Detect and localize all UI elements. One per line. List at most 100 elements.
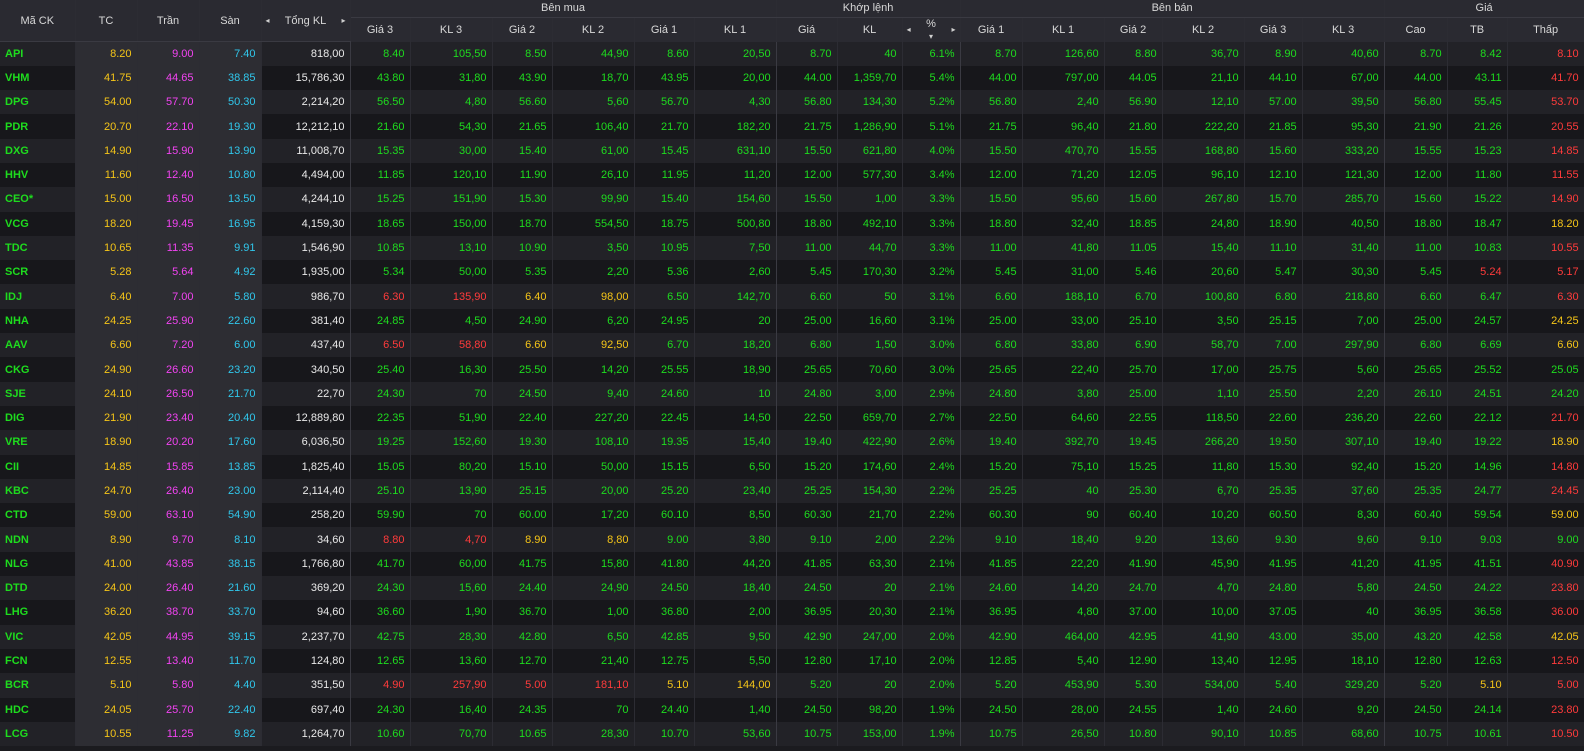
- header-ban-gia1[interactable]: Giá 1: [960, 17, 1023, 42]
- arrow-right-icon[interactable]: ▸: [952, 25, 956, 34]
- table-row[interactable]: DTD 24.00 26.40 21.60 369,20 24.30 15,60 24.40 2…: [0, 576, 1584, 601]
- table-row[interactable]: TDC 10.65 11.35 9.91 1,546,90 10.85 13,10 10.90…: [0, 235, 1584, 261]
- cell-mua-gia1: 15.15: [634, 454, 695, 479]
- cell-symbol[interactable]: CII: [0, 454, 76, 479]
- cell-ban-gia3: 41.95: [1244, 551, 1303, 577]
- table-row[interactable]: LCG 10.55 11.25 9.82 1,264,70 10.60 70,70 10.65…: [0, 721, 1584, 747]
- cell-symbol[interactable]: LCG: [0, 721, 76, 747]
- sort-down-icon[interactable]: ▾: [929, 32, 933, 41]
- table-row[interactable]: SJE 24.10 26.50 21.70 22,70 24.30 70 24.50 9,40 2…: [0, 381, 1584, 406]
- header-tb[interactable]: TB: [1447, 17, 1508, 42]
- table-row[interactable]: CEO* 15.00 16.50 13.50 4,244,10 15.25 151,90 15…: [0, 187, 1584, 212]
- cell-tong-kl: 437,40: [261, 333, 351, 358]
- header-tran[interactable]: Trần: [137, 0, 200, 42]
- cell-symbol[interactable]: AAV: [0, 333, 76, 358]
- table-row[interactable]: VHM 41.75 44.65 38.85 15,786,30 43.80 31,80 43.…: [0, 65, 1584, 91]
- table-row[interactable]: DPG 54.00 57.70 50.30 2,214,20 56.50 4,80 56.60…: [0, 90, 1584, 115]
- table-row[interactable]: VCG 18.20 19.45 16.95 4,159,30 18.65 150,00 18.…: [0, 211, 1584, 236]
- cell-symbol[interactable]: VRE: [0, 430, 76, 455]
- cell-symbol[interactable]: API: [0, 41, 76, 66]
- cell-symbol[interactable]: HHV: [0, 162, 76, 188]
- table-row[interactable]: FCN 12.55 13.40 11.70 124,80 12.65 13,60 12.70 2…: [0, 648, 1584, 674]
- table-row[interactable]: API 8.20 9.00 7.40 818,00 8.40 105,50 8.50 44,90…: [0, 41, 1584, 66]
- header-thap[interactable]: Thấp: [1507, 17, 1584, 42]
- cell-tb: 11.80: [1447, 162, 1508, 188]
- table-row[interactable]: CKG 24.90 26.60 23.20 340,50 25.40 16,30 25.50 1…: [0, 357, 1584, 382]
- header-ban-kl3[interactable]: KL 3: [1302, 17, 1385, 42]
- cell-symbol[interactable]: NDN: [0, 527, 76, 552]
- cell-tc: 6.40: [75, 284, 138, 309]
- cell-symbol[interactable]: DXG: [0, 138, 76, 163]
- table-row[interactable]: IDJ 6.40 7.00 5.80 986,70 6.30 135,90 6.40 98,00…: [0, 284, 1584, 309]
- table-row[interactable]: NDN 8.90 9.70 8.10 34,60 8.80 4,70 8.90 8,80 9.00…: [0, 527, 1584, 552]
- header-ma-ck[interactable]: Mã CK: [0, 0, 76, 42]
- table-row[interactable]: VIC 42.05 44.95 39.15 2,237,70 42.75 28,30 42.8…: [0, 624, 1584, 649]
- header-tc[interactable]: TC: [75, 0, 138, 42]
- cell-symbol[interactable]: KBC: [0, 478, 76, 504]
- cell-symbol[interactable]: CKG: [0, 357, 76, 382]
- cell-symbol[interactable]: BCR: [0, 673, 76, 698]
- table-row[interactable]: DXG 14.90 15.90 13.90 11,008,70 15.35 30,00 15.…: [0, 138, 1584, 163]
- table-row[interactable]: AAV 6.60 7.20 6.00 437,40 6.50 58,80 6.60 92,50 6…: [0, 333, 1584, 358]
- header-ban-gia3[interactable]: Giá 3: [1244, 17, 1303, 42]
- table-row[interactable]: HHV 11.60 12.40 10.80 4,494,00 11.85 120,10 11.…: [0, 162, 1584, 188]
- header-khop-pct[interactable]: ◂ % ▾ ▸: [902, 17, 961, 42]
- cell-ban-kl2: 13,60: [1162, 527, 1245, 552]
- header-tong-kl[interactable]: ◂ Tổng KL ▸: [261, 0, 351, 42]
- cell-symbol[interactable]: IDJ: [0, 284, 76, 309]
- cell-symbol[interactable]: VIC: [0, 624, 76, 649]
- cell-symbol[interactable]: NLG: [0, 551, 76, 577]
- header-mua-kl1[interactable]: KL 1: [694, 17, 777, 42]
- header-mua-kl3[interactable]: KL 3: [410, 17, 493, 42]
- arrow-left-icon[interactable]: ◂: [266, 16, 270, 25]
- arrow-right-icon[interactable]: ▸: [341, 16, 345, 25]
- table-row[interactable]: VRE 18.90 20.20 17.60 6,036,50 19.25 152,60 19.…: [0, 430, 1584, 455]
- table-row[interactable]: NHA 24.25 25.90 22.60 381,40 24.85 4,50 24.90 6,…: [0, 308, 1584, 334]
- cell-symbol[interactable]: FCN: [0, 648, 76, 674]
- cell-symbol[interactable]: CEO*: [0, 187, 76, 212]
- table-row[interactable]: NLG 41.00 43.85 38.15 1,766,80 41.70 60,00 41.7…: [0, 551, 1584, 577]
- cell-mua-kl2: 6,20: [552, 308, 635, 334]
- table-row[interactable]: KBC 24.70 26.40 23.00 2,114,40 25.10 13,90 25.1…: [0, 478, 1584, 504]
- header-san[interactable]: Sàn: [199, 0, 262, 42]
- header-ban-kl2[interactable]: KL 2: [1162, 17, 1245, 42]
- cell-san: 9.82: [199, 721, 262, 747]
- header-ban-kl1[interactable]: KL 1: [1022, 17, 1105, 42]
- cell-ban-kl3: 37,60: [1302, 478, 1385, 504]
- header-mua-kl2[interactable]: KL 2: [552, 17, 635, 42]
- cell-mua-kl1: 144,00: [694, 673, 777, 698]
- table-row[interactable]: SCR 5.28 5.64 4.92 1,935,00 5.34 50,00 5.35 2,20…: [0, 260, 1584, 285]
- header-khop-gia[interactable]: Giá: [776, 17, 838, 42]
- cell-symbol[interactable]: SCR: [0, 260, 76, 285]
- cell-symbol[interactable]: DTD: [0, 576, 76, 601]
- cell-symbol[interactable]: NHA: [0, 308, 76, 334]
- cell-symbol[interactable]: LHG: [0, 600, 76, 625]
- header-mua-gia2[interactable]: Giá 2: [492, 17, 553, 42]
- table-row[interactable]: LHG 36.20 38.70 33.70 94,60 36.60 1,90 36.70 1,0…: [0, 600, 1584, 625]
- table-row[interactable]: DIG 21.90 23.40 20.40 12,889,80 22.35 51,90 22.…: [0, 405, 1584, 431]
- cell-symbol[interactable]: DIG: [0, 405, 76, 431]
- cell-symbol[interactable]: VHM: [0, 65, 76, 91]
- cell-tb: 43.11: [1447, 65, 1508, 91]
- header-ban-gia2[interactable]: Giá 2: [1104, 17, 1163, 42]
- cell-mua-kl3: 120,10: [410, 162, 493, 188]
- cell-symbol[interactable]: DPG: [0, 90, 76, 115]
- cell-symbol[interactable]: SJE: [0, 381, 76, 406]
- cell-symbol[interactable]: TDC: [0, 235, 76, 261]
- cell-symbol[interactable]: HDC: [0, 697, 76, 722]
- header-cao[interactable]: Cao: [1384, 17, 1448, 42]
- cell-symbol[interactable]: CTD: [0, 503, 76, 528]
- arrow-left-icon[interactable]: ◂: [907, 25, 911, 34]
- header-khop-kl[interactable]: KL: [837, 17, 903, 42]
- table-row[interactable]: CTD 59.00 63.10 54.90 258,20 59.90 70 60.00 17,2…: [0, 503, 1584, 528]
- table-row[interactable]: HDC 24.05 25.70 22.40 697,40 24.30 16,40 24.35 7…: [0, 697, 1584, 722]
- cell-mua-kl1: 1,40: [694, 697, 777, 722]
- table-row[interactable]: BCR 5.10 5.80 4.40 351,50 4.90 257,90 5.00 181,1…: [0, 673, 1584, 698]
- header-mua-gia1[interactable]: Giá 1: [634, 17, 695, 42]
- cell-ban-gia3: 5.40: [1244, 673, 1303, 698]
- table-row[interactable]: CII 14.85 15.85 13.85 1,825,40 15.05 80,20 15.1…: [0, 454, 1584, 479]
- cell-symbol[interactable]: PDR: [0, 114, 76, 139]
- header-mua-gia3[interactable]: Giá 3: [350, 17, 411, 42]
- cell-symbol[interactable]: VCG: [0, 211, 76, 236]
- table-row[interactable]: PDR 20.70 22.10 19.30 12,212,10 21.60 54,30 21.…: [0, 114, 1584, 139]
